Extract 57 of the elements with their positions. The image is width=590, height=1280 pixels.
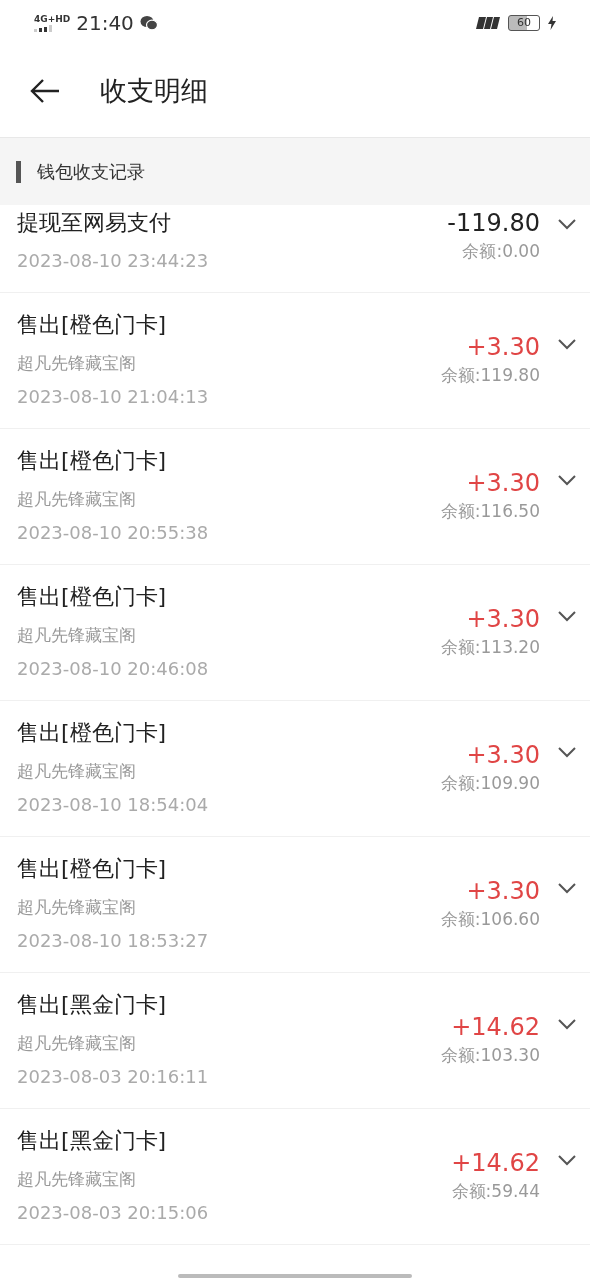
transaction-date: 2023-08-10 20:55:38 xyxy=(17,521,210,545)
chevron-down-icon[interactable] xyxy=(558,611,576,622)
transaction-date: 2023-08-10 18:53:27 xyxy=(17,929,210,953)
balance: 余额:59.44 xyxy=(451,1180,540,1203)
transaction-date: 2023-08-03 20:16:11 xyxy=(17,1065,210,1089)
amount: +3.30 xyxy=(466,740,540,771)
shop-name: 超凡先锋藏宝阁 xyxy=(17,488,137,511)
transaction-title: 售出[橙色门卡] xyxy=(17,719,168,747)
balance: 余额:106.60 xyxy=(440,908,540,931)
chat-icon xyxy=(139,14,158,31)
balance: 余额:119.80 xyxy=(440,364,540,387)
shop-name: 超凡先锋藏宝阁 xyxy=(17,352,137,375)
amount: +3.30 xyxy=(466,604,540,635)
balance: 余额:116.50 xyxy=(440,500,540,523)
transaction-title: 售出[橙色门卡] xyxy=(17,311,168,339)
clock-time: 21:40 xyxy=(76,10,134,35)
amount: +14.62 xyxy=(451,1148,540,1179)
speed-icon xyxy=(476,16,500,29)
amount: +3.30 xyxy=(466,332,540,363)
shop-name: 超凡先锋藏宝阁 xyxy=(17,624,137,647)
shop-name: 超凡先锋藏宝阁 xyxy=(17,1032,137,1055)
balance: 余额:113.20 xyxy=(440,636,540,659)
back-icon[interactable] xyxy=(30,78,60,104)
balance: 余额:0.00 xyxy=(462,240,540,263)
transaction-date: 2023-08-10 20:46:08 xyxy=(17,657,210,681)
balance: 余额:103.30 xyxy=(440,1044,540,1067)
charging-icon xyxy=(548,15,556,30)
shop-name: 超凡先锋藏宝阁 xyxy=(17,896,137,919)
transaction-date: 2023-08-03 20:15:06 xyxy=(17,1201,210,1225)
balance: 余额:109.90 xyxy=(440,772,540,795)
amount: -119.80 xyxy=(447,208,540,239)
chevron-down-icon[interactable] xyxy=(558,747,576,758)
battery-icon: 60 xyxy=(508,14,540,31)
amount: +3.30 xyxy=(466,876,540,907)
transaction-title: 售出[黑金门卡] xyxy=(17,991,168,1019)
chevron-down-icon[interactable] xyxy=(558,1155,576,1166)
transaction-date: 2023-08-10 21:04:13 xyxy=(17,385,210,409)
transaction-title: 售出[黑金门卡] xyxy=(17,1127,168,1155)
chevron-down-icon[interactable] xyxy=(558,219,576,230)
transaction-date: 2023-08-10 18:54:04 xyxy=(17,793,210,817)
chevron-down-icon[interactable] xyxy=(558,339,576,350)
shop-name: 超凡先锋藏宝阁 xyxy=(17,1168,137,1191)
page-title: 收支明细 xyxy=(100,74,208,108)
transaction-title: 售出[橙色门卡] xyxy=(17,855,168,883)
transaction-date: 2023-08-10 23:44:23 xyxy=(17,249,210,273)
chevron-down-icon[interactable] xyxy=(558,883,576,894)
transaction-title: 售出[橙色门卡] xyxy=(17,583,168,611)
transaction-title: 售出[橙色门卡] xyxy=(17,447,168,475)
amount: +14.62 xyxy=(451,1012,540,1043)
amount: +3.30 xyxy=(466,468,540,499)
shop-name: 超凡先锋藏宝阁 xyxy=(17,760,137,783)
accent-bar xyxy=(16,160,21,183)
section-title: 钱包收支记录 xyxy=(37,159,145,184)
chevron-down-icon[interactable] xyxy=(558,475,576,486)
chevron-down-icon[interactable] xyxy=(558,1019,576,1030)
network-label: 4G+HD xyxy=(34,13,71,24)
transaction-title: 提现至网易支付 xyxy=(17,209,172,237)
